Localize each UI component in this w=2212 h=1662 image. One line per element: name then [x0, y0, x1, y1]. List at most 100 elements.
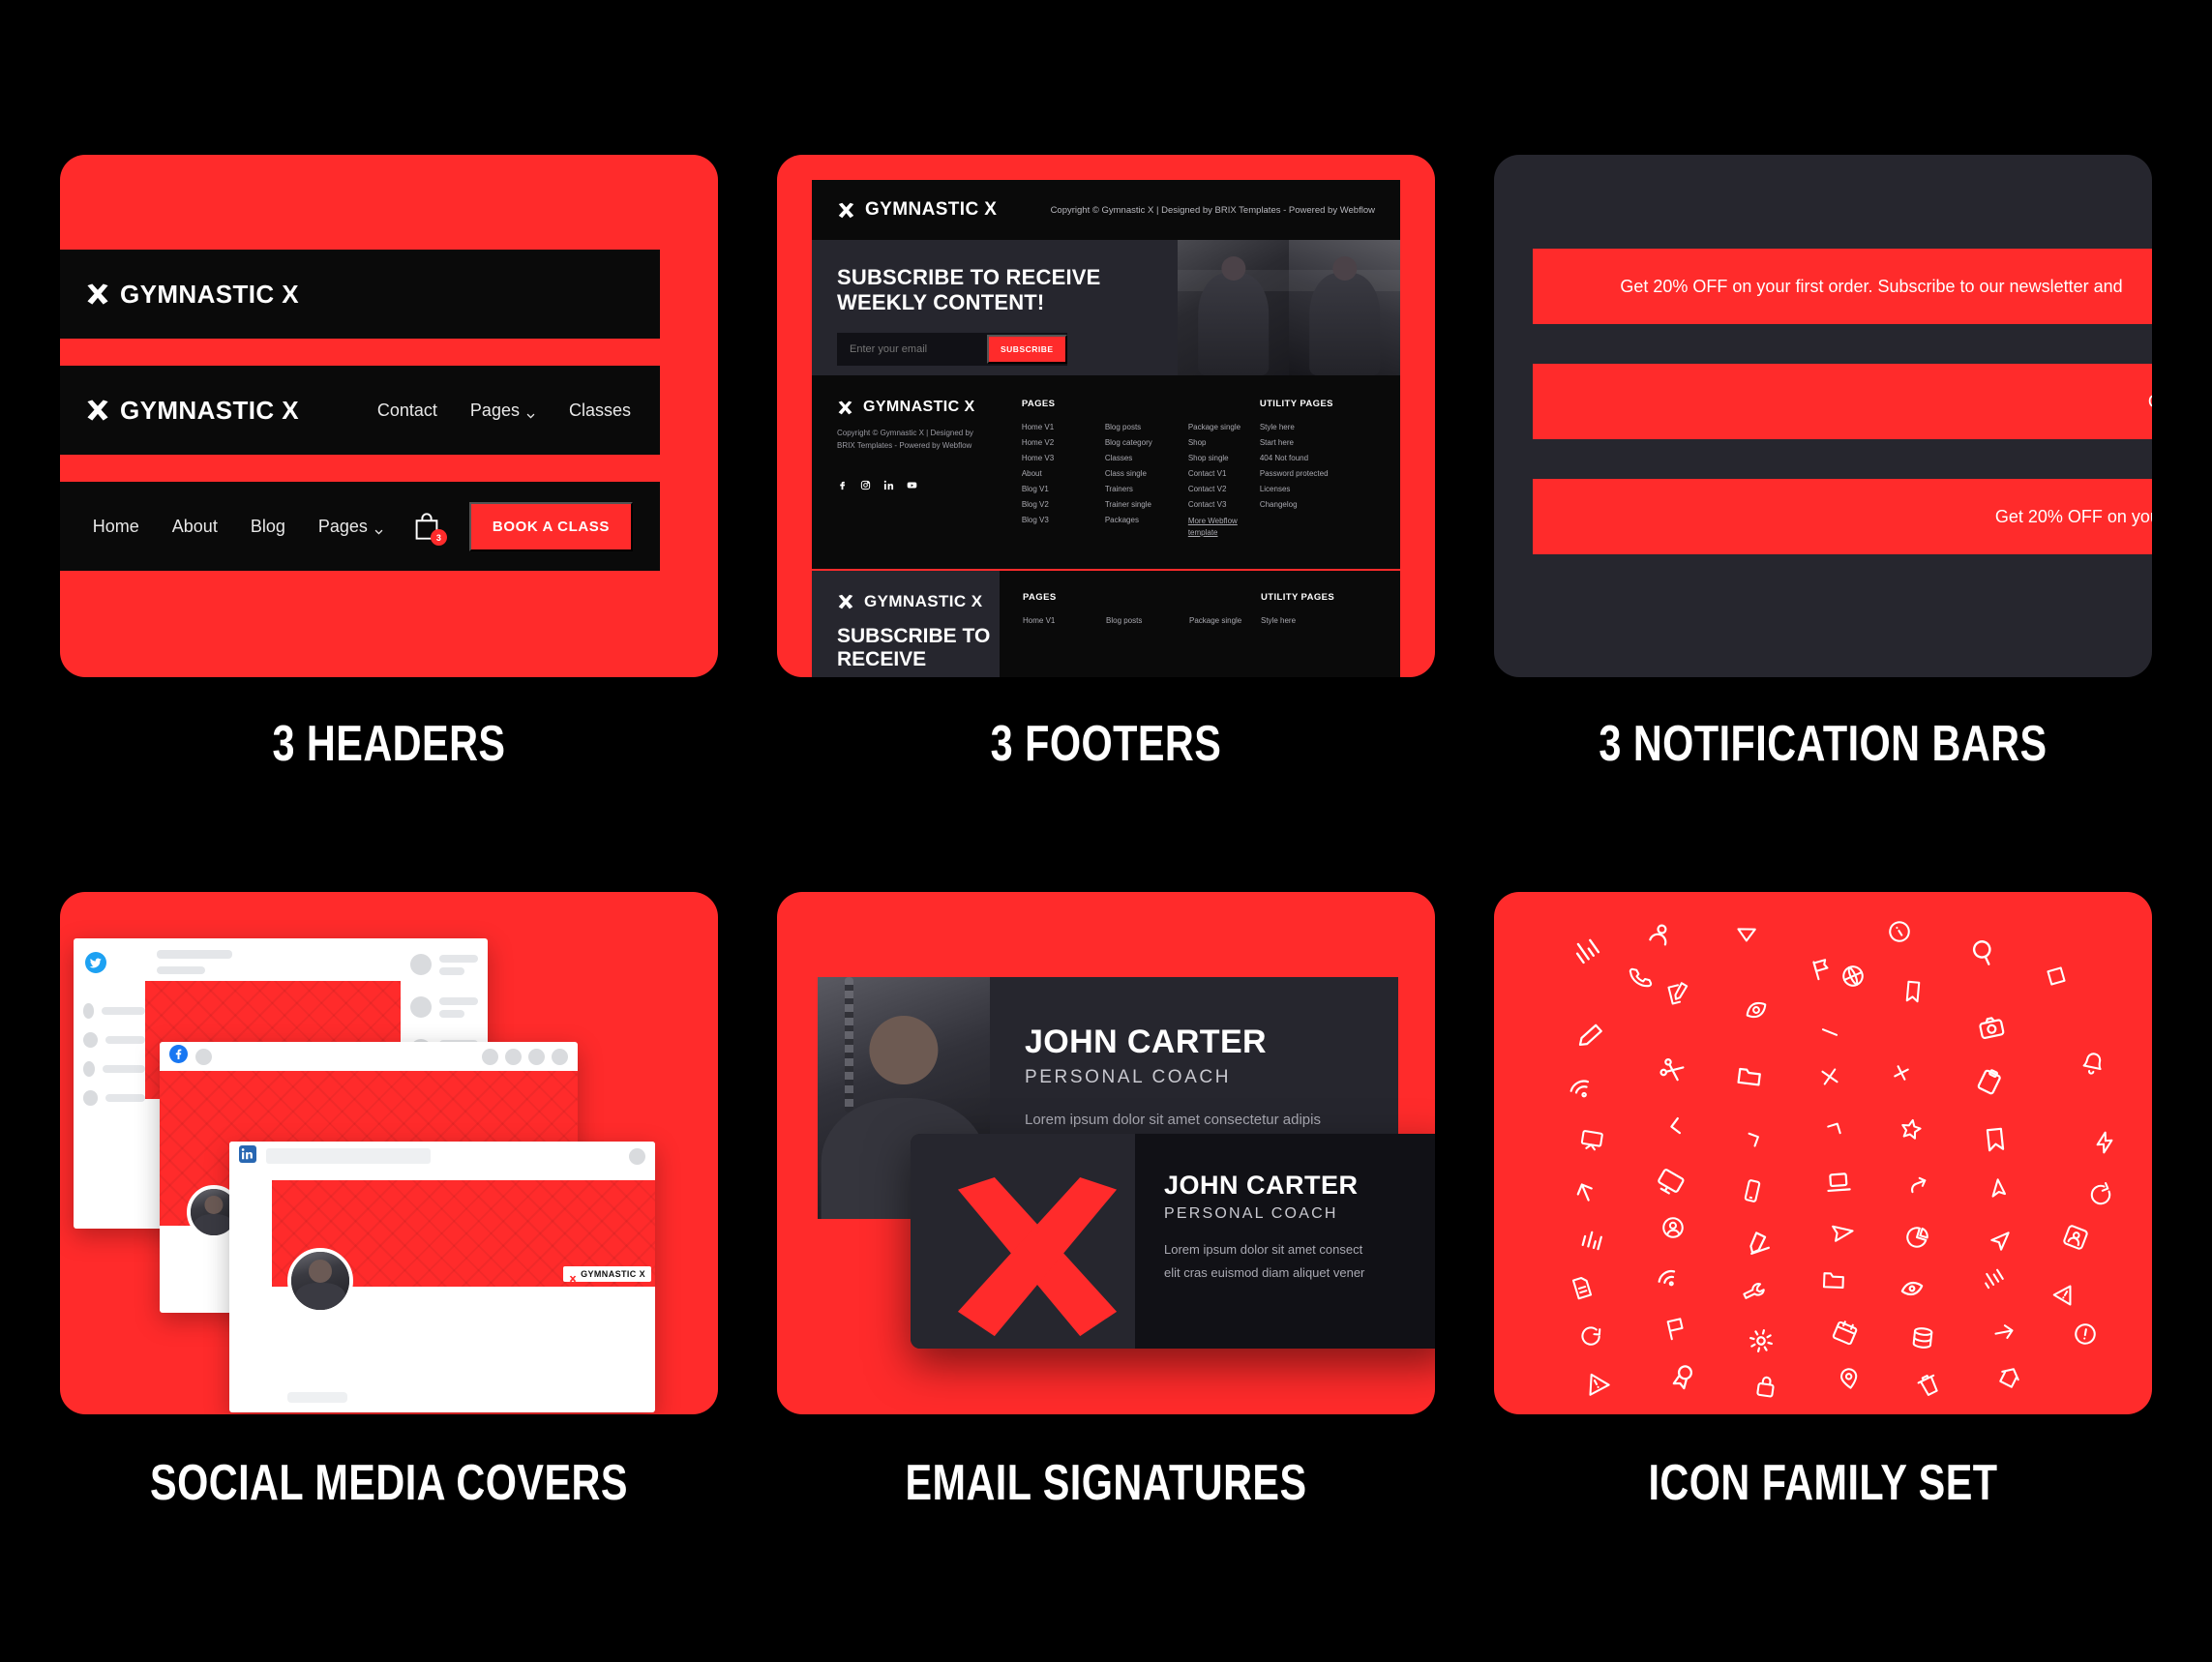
nav-link-contact[interactable]: Contact	[377, 401, 437, 421]
footer-link[interactable]: Password protected	[1260, 469, 1375, 478]
footer-link[interactable]: Home V3	[1022, 454, 1080, 462]
header-variant-2: GYMNASTIC X Contact Pages Classes	[60, 366, 660, 455]
footer-link[interactable]: Contact V1	[1188, 469, 1246, 478]
chevron-down-icon	[374, 521, 384, 534]
nav-link-about[interactable]: About	[172, 517, 218, 537]
mobile-icon	[1737, 1175, 1767, 1205]
footer-link-more-webflow-template[interactable]: More Webflow template	[1188, 516, 1239, 538]
social-windows-stack: GYMNASTIC X	[60, 892, 718, 1414]
subscribe-title-line-2: WEEKLY CONTENT!	[837, 289, 1045, 314]
arrow-redo-icon	[1902, 1169, 1935, 1202]
footer-link[interactable]: Start here	[1260, 438, 1375, 447]
footer-link[interactable]: Blog posts	[1106, 616, 1164, 625]
footer-link[interactable]: Style here	[1261, 616, 1377, 625]
footer-link[interactable]: About	[1022, 469, 1080, 478]
footer-pages-col-1: Home V1 Home V2 Home V3 About Blog V1 Bl…	[1022, 423, 1080, 538]
pie-chart-icon	[1901, 1222, 1932, 1253]
footer-link[interactable]: Shop	[1188, 438, 1246, 447]
footer-logo[interactable]: GYMNASTIC X	[837, 199, 997, 221]
section-title-icon-family-set: ICON FAMILY SET	[1648, 1454, 1998, 1511]
section-title-email-signatures: EMAIL SIGNATURES	[905, 1454, 1307, 1511]
section-title-footers: 3 FOOTERS	[990, 715, 1222, 772]
footer-link[interactable]: Blog V2	[1022, 500, 1080, 509]
footer-link[interactable]: Blog category	[1105, 438, 1163, 447]
footer-link[interactable]: Contact V2	[1188, 485, 1246, 493]
chevron-right-icon	[1738, 1122, 1772, 1156]
signature-2-right: JOHN CARTER PERSONAL COACH Lorem ipsum d…	[1135, 1134, 1435, 1349]
footer-link[interactable]: Home V1	[1022, 423, 1080, 431]
footer-link[interactable]: Changelog	[1260, 500, 1375, 509]
footer-utility-heading: UTILITY PAGES	[1259, 399, 1333, 409]
footer-link[interactable]: Contact V3	[1188, 500, 1246, 509]
nav-link-classes[interactable]: Classes	[569, 401, 631, 421]
section-social-media-covers: GYMNASTIC X SOCIAL MEDIA COVERS	[60, 892, 718, 1510]
youtube-icon[interactable]	[907, 478, 917, 495]
flag-icon	[1807, 953, 1838, 984]
laptop-icon	[1824, 1168, 1853, 1197]
subscribe-title-line-1: SUBSCRIBE TO RECEIVE	[837, 265, 1101, 289]
footer-link[interactable]: Trainers	[1105, 485, 1163, 493]
linkedin-icon	[239, 1144, 256, 1168]
nav-link-pages[interactable]: Pages	[318, 517, 384, 537]
nav-link-blog[interactable]: Blog	[251, 517, 285, 537]
plus-icon	[1885, 1056, 1919, 1090]
footer-link[interactable]: Blog V1	[1022, 485, 1080, 493]
footer-link[interactable]: 404 Not found	[1260, 454, 1375, 462]
folder-alt-icon	[1821, 1267, 1847, 1293]
close-icon	[1815, 1062, 1844, 1091]
refresh-icon	[2084, 1178, 2117, 1211]
avatar	[287, 1248, 353, 1314]
footer-link[interactable]: Package single	[1189, 616, 1247, 625]
footer-link[interactable]: Blog V3	[1022, 516, 1080, 524]
globe-icon	[1837, 960, 1869, 993]
footer-preview-stack: GYMNASTIC X Copyright © Gymnastic X | De…	[812, 180, 1400, 677]
chart-bar-icon	[1566, 929, 1606, 969]
footer-link[interactable]: Blog posts	[1105, 423, 1163, 431]
description-line-1: Lorem ipsum dolor sit amet consectetur a…	[1025, 1112, 1321, 1128]
footer-link[interactable]: Shop single	[1188, 454, 1246, 462]
cart-button[interactable]: 3	[413, 512, 447, 546]
footer-link[interactable]: Package single	[1188, 423, 1246, 431]
search-icon	[1964, 933, 2001, 969]
notification-bar-1[interactable]: Get 20% OFF on your first order. Subscri…	[1533, 249, 2152, 324]
footer-3-col-2: Blog posts	[1106, 616, 1164, 625]
skeleton-row	[83, 1003, 145, 1019]
suggestion-row	[410, 954, 488, 975]
footer-link[interactable]: Home V1	[1023, 616, 1081, 625]
footer-link[interactable]: Style here	[1260, 423, 1375, 431]
subscribe-title: SUBSCRIBE TO RECEIVE WEEKLY CONTENT!	[837, 265, 1178, 315]
nav-link-home[interactable]: Home	[93, 517, 139, 537]
suggestion-row	[410, 996, 488, 1018]
subscribe-button[interactable]: SUBSCRIBE	[987, 334, 1067, 364]
nav-link-pages[interactable]: Pages	[470, 401, 536, 421]
twitter-icon	[85, 952, 106, 977]
footer-link[interactable]: Packages	[1105, 516, 1163, 524]
subscribe-email-input[interactable]	[841, 342, 987, 355]
footer-utility-section: UTILITY PAGES Style here Start here 404 …	[1260, 399, 1375, 569]
chevron-left-icon	[1660, 1111, 1691, 1142]
notification-bar-2[interactable]: Get 20% OFF on your first order. S	[1533, 364, 2152, 439]
footer-logo-2[interactable]: GYMNASTIC X	[837, 399, 1008, 416]
footer-link[interactable]: Licenses	[1260, 485, 1375, 493]
instagram-icon[interactable]	[860, 478, 871, 495]
notification-bar-3[interactable]: Get 20% OFF on your first order. Subscri…	[1533, 479, 2152, 554]
footer-link[interactable]: Trainer single	[1105, 500, 1163, 509]
logo-header-1[interactable]: GYMNASTIC X	[85, 280, 299, 310]
signature-description: Lorem ipsum dolor sit amet consect elit …	[1164, 1238, 1435, 1285]
bell-icon	[2078, 1049, 2108, 1079]
footer-logo-3[interactable]: GYMNASTIC X	[837, 592, 1000, 611]
footer-link[interactable]: Classes	[1105, 454, 1163, 462]
logo-header-2[interactable]: GYMNASTIC X	[85, 396, 299, 426]
footer-link[interactable]: Home V2	[1022, 438, 1080, 447]
footer-3-links: PAGES Home V1 Blog posts Package single …	[1000, 571, 1400, 677]
footer-3-col-3: Package single	[1189, 616, 1247, 625]
linkedin-icon[interactable]	[883, 478, 894, 495]
logo-text: GYMNASTIC X	[864, 592, 983, 610]
navigation-icon	[1988, 1229, 2013, 1254]
gymnastic-x-logo-icon	[837, 593, 854, 610]
book-a-class-button[interactable]: BOOK A CLASS	[468, 501, 633, 551]
facebook-icon[interactable]	[837, 478, 848, 495]
pin-icon	[1835, 1364, 1864, 1393]
footer-link[interactable]: Class single	[1105, 469, 1163, 478]
chevron-up-icon	[1818, 1110, 1852, 1143]
